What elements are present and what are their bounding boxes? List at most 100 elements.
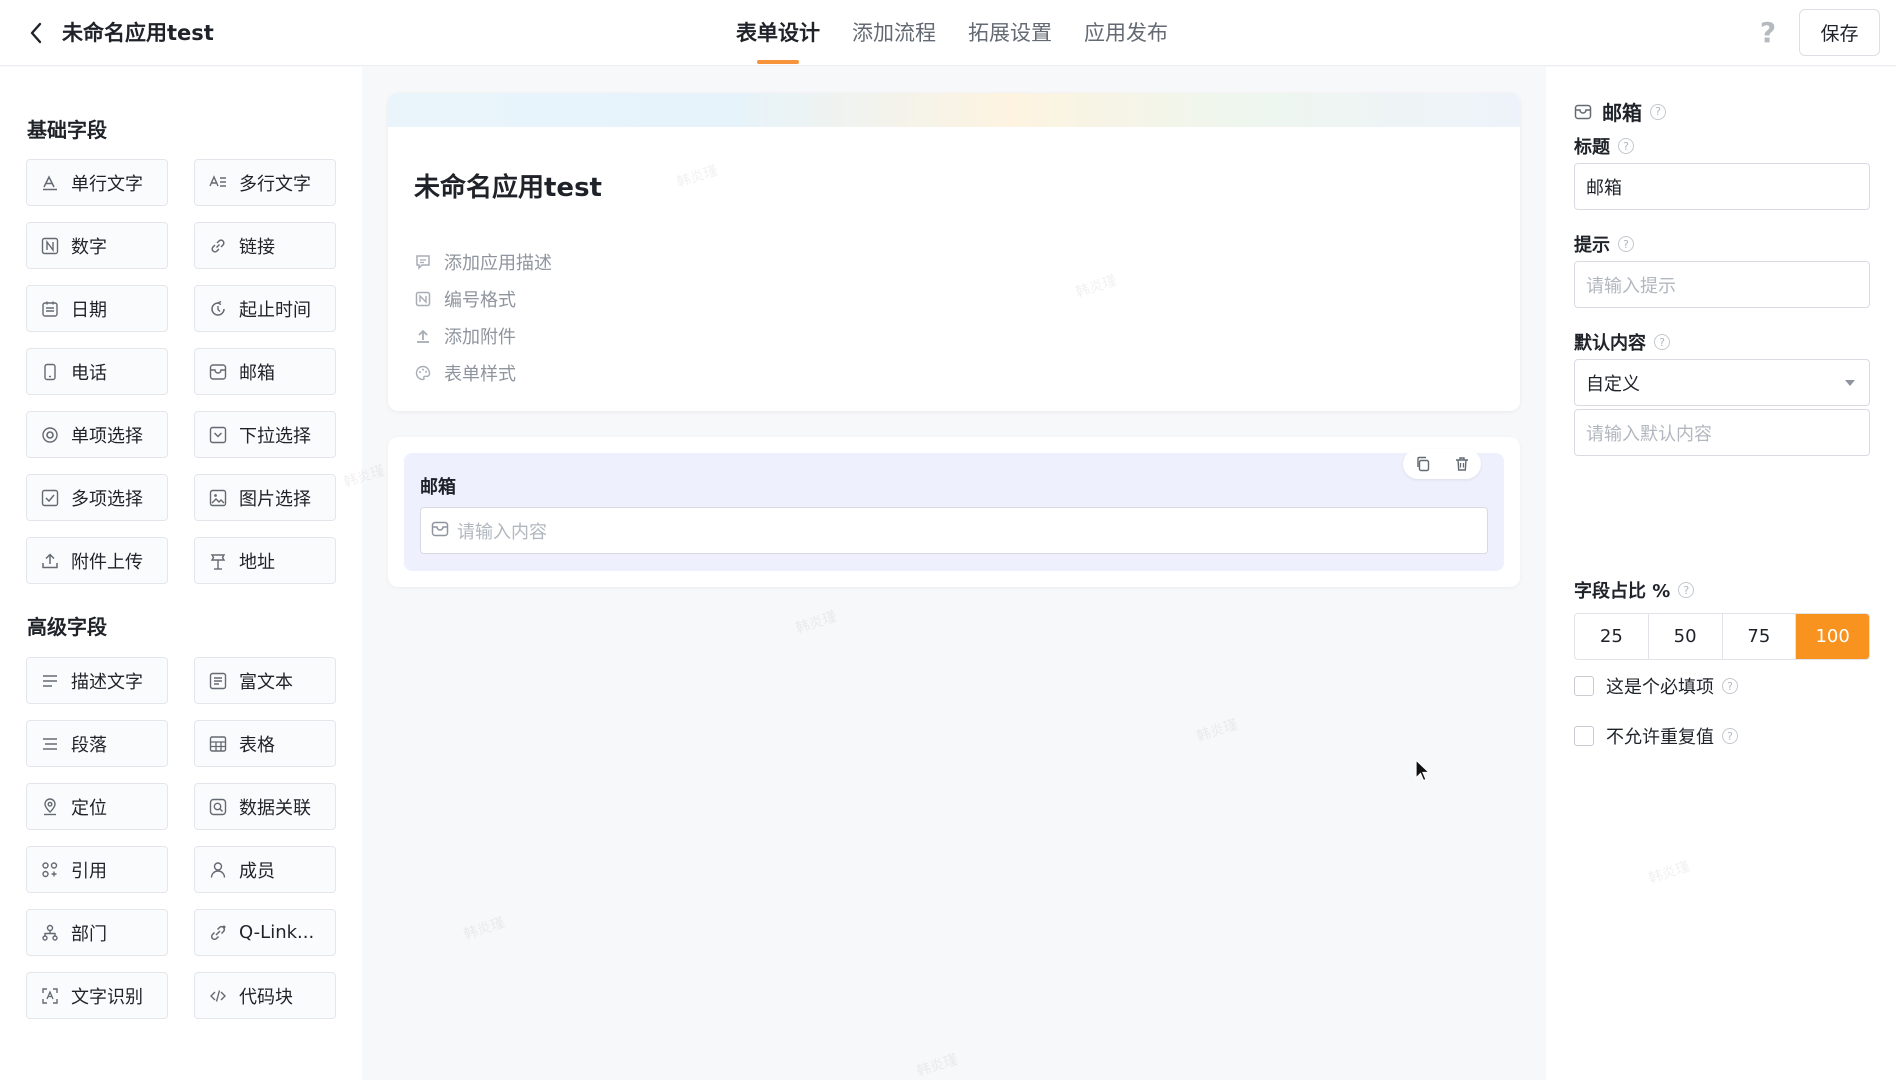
field-item-label: 邮箱 xyxy=(239,362,275,384)
field-item-label: 富文本 xyxy=(239,671,293,693)
phone-icon xyxy=(41,363,59,381)
help-circle-icon[interactable]: ? xyxy=(1618,236,1634,252)
tab-form-design[interactable]: 表单设计 xyxy=(720,0,836,66)
field-palette: 基础字段 单行文字 多行文字 数字 链接 日期 起止时间 电话 邮箱 单项选择 下拉选择 多项选择 图… xyxy=(0,67,362,1080)
field-item-radio[interactable]: 单项选择 xyxy=(26,411,168,458)
field-item-address[interactable]: 地址 xyxy=(194,537,336,584)
number-icon xyxy=(41,237,59,255)
field-label: 邮箱 xyxy=(420,477,456,498)
field-item-label: 附件上传 xyxy=(71,551,143,573)
field-item-location[interactable]: 定位 xyxy=(26,783,168,830)
field-item-label: 日期 xyxy=(71,299,107,321)
member-icon xyxy=(209,861,227,879)
help-circle-icon[interactable]: ? xyxy=(1722,678,1738,694)
field-item-link[interactable]: 链接 xyxy=(194,222,336,269)
title-input[interactable]: 邮箱 xyxy=(1574,163,1870,210)
link-icon xyxy=(209,237,227,255)
mail-icon xyxy=(431,521,449,541)
ratio-option-100[interactable]: 100 xyxy=(1796,614,1869,659)
address-icon xyxy=(209,552,227,570)
form-header-card: 未命名应用test 添加应用描述 编号格式 添加附件 表单样式 xyxy=(388,93,1520,411)
help-circle-icon[interactable]: ? xyxy=(1722,728,1738,744)
qlink-icon xyxy=(209,924,227,942)
ratio-option-50[interactable]: 50 xyxy=(1649,614,1723,659)
comment-icon xyxy=(414,253,432,271)
checkbox-icon xyxy=(41,489,59,507)
add-description-label: 添加应用描述 xyxy=(444,253,552,274)
multi-line-text-icon xyxy=(209,174,227,192)
selected-field-email[interactable]: 邮箱 请输入内容 xyxy=(404,449,1504,571)
help-circle-icon[interactable]: ? xyxy=(1650,103,1666,120)
description-icon xyxy=(41,672,59,690)
default-content-input[interactable]: 请输入默认内容 xyxy=(1574,409,1870,456)
single-line-text-icon xyxy=(41,174,59,192)
copy-icon[interactable] xyxy=(1411,452,1435,476)
tab-add-flow[interactable]: 添加流程 xyxy=(836,0,952,66)
delete-icon[interactable] xyxy=(1450,452,1474,476)
field-item-reference[interactable]: 引用 xyxy=(26,846,168,893)
help-circle-icon[interactable]: ? xyxy=(1618,138,1634,154)
add-description-option[interactable]: 添加应用描述 xyxy=(414,249,552,275)
tab-app-publish[interactable]: 应用发布 xyxy=(1068,0,1184,66)
email-input[interactable]: 请输入内容 xyxy=(420,507,1488,554)
form-title[interactable]: 未命名应用test xyxy=(414,167,602,204)
field-item-multi-line-text[interactable]: 多行文字 xyxy=(194,159,336,206)
add-attachment-option[interactable]: 添加附件 xyxy=(414,323,516,349)
mail-icon xyxy=(209,363,227,381)
field-item-ocr[interactable]: 文字识别 xyxy=(26,972,168,1019)
field-item-label: 链接 xyxy=(239,236,275,258)
field-item-time-range[interactable]: 起止时间 xyxy=(194,285,336,332)
help-circle-icon[interactable]: ? xyxy=(1678,582,1695,598)
field-item-table[interactable]: 表格 xyxy=(194,720,336,767)
field-item-rich-text[interactable]: 富文本 xyxy=(194,657,336,704)
required-checkbox[interactable] xyxy=(1574,676,1594,696)
help-circle-icon[interactable]: ? xyxy=(1654,334,1670,350)
field-item-description[interactable]: 描述文字 xyxy=(26,657,168,704)
top-bar: 未命名应用test 表单设计 添加流程 拓展设置 应用发布 ? 保存 xyxy=(0,0,1896,66)
default-mode-select[interactable]: 自定义 xyxy=(1574,359,1870,406)
field-item-code[interactable]: 代码块 xyxy=(194,972,336,1019)
form-style-option[interactable]: 表单样式 xyxy=(414,360,516,386)
ratio-option-25[interactable]: 25 xyxy=(1575,614,1649,659)
back-icon[interactable] xyxy=(22,19,50,47)
field-item-image[interactable]: 图片选择 xyxy=(194,474,336,521)
help-icon[interactable]: ? xyxy=(1752,16,1784,49)
form-fields-card: 邮箱 请输入内容 xyxy=(388,437,1520,587)
field-item-label: 地址 xyxy=(239,551,275,573)
required-label: 这是个必填项 xyxy=(1606,677,1714,698)
app-title: 未命名应用test xyxy=(62,21,214,45)
field-item-calendar[interactable]: 日期 xyxy=(26,285,168,332)
field-item-checkbox[interactable]: 多项选择 xyxy=(26,474,168,521)
save-button[interactable]: 保存 xyxy=(1799,9,1880,56)
field-item-data-link[interactable]: 数据关联 xyxy=(194,783,336,830)
hint-input[interactable]: 请输入提示 xyxy=(1574,261,1870,308)
field-item-member[interactable]: 成员 xyxy=(194,846,336,893)
reference-icon xyxy=(41,861,59,879)
field-item-department[interactable]: 部门 xyxy=(26,909,168,956)
hint-label: 提示 xyxy=(1574,235,1610,256)
field-item-dropdown[interactable]: 下拉选择 xyxy=(194,411,336,458)
field-item-upload[interactable]: 附件上传 xyxy=(26,537,168,584)
upload-icon xyxy=(41,552,59,570)
field-item-number[interactable]: 数字 xyxy=(26,222,168,269)
table-icon xyxy=(209,735,227,753)
department-icon xyxy=(41,924,59,942)
field-item-phone[interactable]: 电话 xyxy=(26,348,168,395)
required-checkbox-row[interactable]: 这是个必填项 ? xyxy=(1574,673,1738,699)
tab-extension-settings[interactable]: 拓展设置 xyxy=(952,0,1068,66)
dropdown-icon xyxy=(209,426,227,444)
no-duplicate-checkbox[interactable] xyxy=(1574,726,1594,746)
numbering-format-label: 编号格式 xyxy=(444,290,516,311)
no-duplicate-checkbox-row[interactable]: 不允许重复值 ? xyxy=(1574,723,1738,749)
numbering-format-option[interactable]: 编号格式 xyxy=(414,286,516,312)
ratio-option-75[interactable]: 75 xyxy=(1723,614,1797,659)
field-item-single-line-text[interactable]: 单行文字 xyxy=(26,159,168,206)
form-style-label: 表单样式 xyxy=(444,364,516,385)
hint-label-row: 提示? xyxy=(1574,231,1634,257)
caret-down-icon xyxy=(1845,380,1855,386)
field-item-paragraph[interactable]: 段落 xyxy=(26,720,168,767)
field-item-mail[interactable]: 邮箱 xyxy=(194,348,336,395)
field-item-qlink[interactable]: Q-Link... xyxy=(194,909,336,956)
properties-panel: 邮箱 ? 标题? 邮箱 提示? 请输入提示 默认内容? 自定义 请输入默认内容 … xyxy=(1546,67,1896,1080)
no-duplicate-label: 不允许重复值 xyxy=(1606,727,1714,748)
